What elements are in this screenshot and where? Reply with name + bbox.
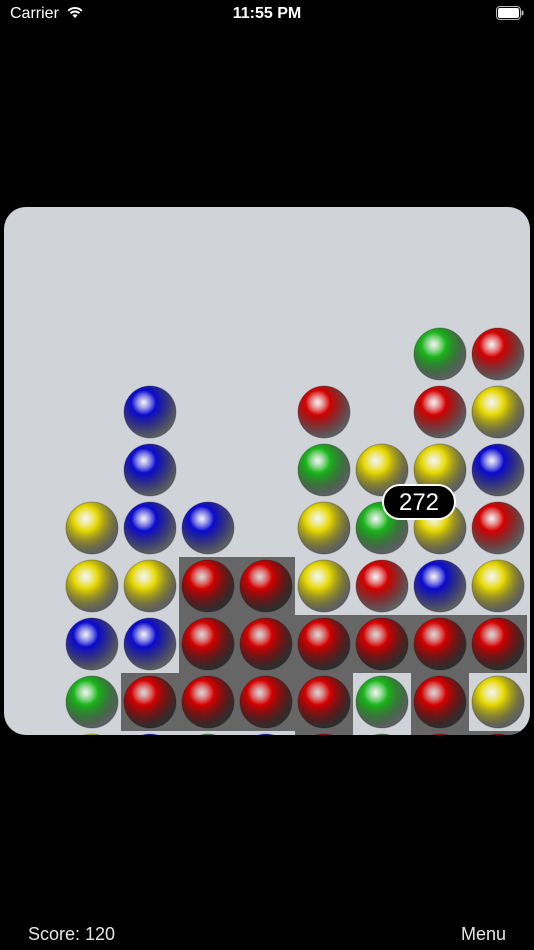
score-label: Score: 120 — [28, 924, 116, 944]
red-ball[interactable] — [355, 617, 409, 671]
red-ball[interactable] — [471, 501, 525, 555]
red-ball[interactable] — [355, 559, 409, 613]
red-ball[interactable] — [297, 385, 351, 439]
blue-ball[interactable] — [123, 385, 177, 439]
yellow-ball[interactable] — [471, 675, 525, 729]
yellow-ball[interactable] — [297, 501, 351, 555]
green-ball[interactable] — [355, 675, 409, 729]
battery-icon — [496, 6, 524, 20]
red-ball[interactable] — [239, 617, 293, 671]
green-ball[interactable] — [356, 733, 408, 735]
green-ball[interactable] — [413, 327, 467, 381]
yellow-ball[interactable] — [297, 559, 351, 613]
board-canvas[interactable]: 272 — [4, 207, 530, 735]
red-ball[interactable] — [413, 617, 467, 671]
red-ball[interactable] — [471, 617, 525, 671]
red-ball[interactable] — [123, 675, 177, 729]
status-bar: Carrier 11:55 PM — [0, 0, 534, 30]
yellow-ball[interactable] — [66, 733, 118, 735]
red-ball[interactable] — [413, 675, 467, 729]
red-ball[interactable] — [297, 675, 351, 729]
game-board[interactable]: 272 — [4, 207, 530, 735]
blue-ball[interactable] — [181, 501, 235, 555]
points-bubble: 272 — [382, 484, 456, 520]
yellow-ball[interactable] — [65, 501, 119, 555]
yellow-ball[interactable] — [471, 385, 525, 439]
clock: 11:55 PM — [232, 5, 302, 22]
yellow-ball[interactable] — [65, 559, 119, 613]
red-ball[interactable] — [181, 675, 235, 729]
bottom-bar: Score: 120 Menu — [0, 920, 534, 948]
blue-ball[interactable] — [65, 617, 119, 671]
blue-ball[interactable] — [471, 443, 525, 497]
green-ball[interactable] — [297, 443, 351, 497]
blue-ball[interactable] — [240, 733, 292, 735]
blue-ball[interactable] — [123, 617, 177, 671]
yellow-ball[interactable] — [123, 559, 177, 613]
red-ball[interactable] — [471, 327, 525, 381]
blue-ball[interactable] — [413, 559, 467, 613]
green-ball[interactable] — [65, 675, 119, 729]
red-ball[interactable] — [181, 559, 235, 613]
blue-ball[interactable] — [124, 733, 176, 735]
menu-button[interactable]: Menu — [461, 924, 506, 945]
red-ball[interactable] — [413, 385, 467, 439]
red-ball[interactable] — [297, 617, 351, 671]
blue-ball[interactable] — [123, 443, 177, 497]
red-ball[interactable] — [239, 559, 293, 613]
yellow-ball[interactable] — [471, 559, 525, 613]
points-value: 272 — [399, 489, 439, 516]
red-ball[interactable] — [239, 675, 293, 729]
red-ball[interactable] — [181, 617, 235, 671]
green-ball[interactable] — [182, 733, 234, 735]
blue-ball[interactable] — [123, 501, 177, 555]
